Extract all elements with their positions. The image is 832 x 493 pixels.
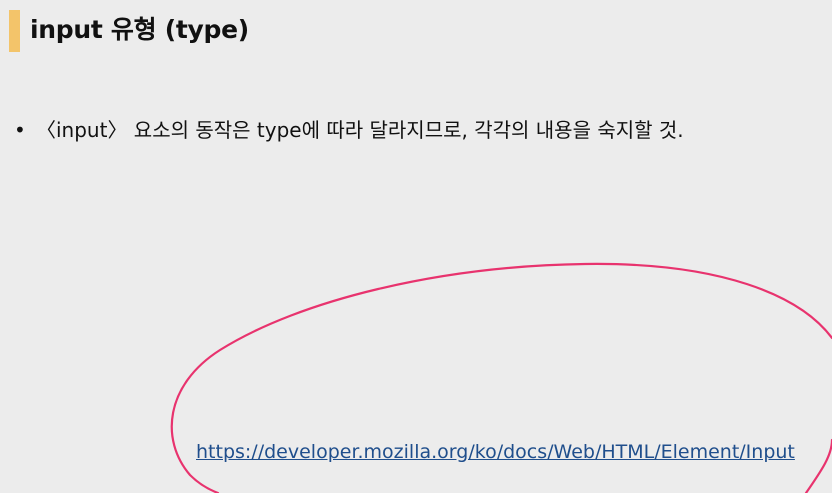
mdn-reference-link[interactable]: https://developer.mozilla.org/ko/docs/We…	[196, 438, 795, 466]
slide-title: input 유형 (type)	[30, 15, 249, 44]
pen-annotation-circle	[170, 262, 832, 493]
bullet-text: 〈input〉 요소의 동작은 type에 따라 달라지므로, 각각의 내용을 …	[36, 118, 684, 142]
bullet-item: • 〈input〉 요소의 동작은 type에 따라 달라지므로, 각각의 내용을…	[14, 114, 684, 146]
bullet-dot-icon: •	[14, 118, 26, 142]
slide: input 유형 (type) • 〈input〉 요소의 동작은 type에 따…	[0, 0, 832, 493]
title-accent-bar	[9, 10, 20, 52]
